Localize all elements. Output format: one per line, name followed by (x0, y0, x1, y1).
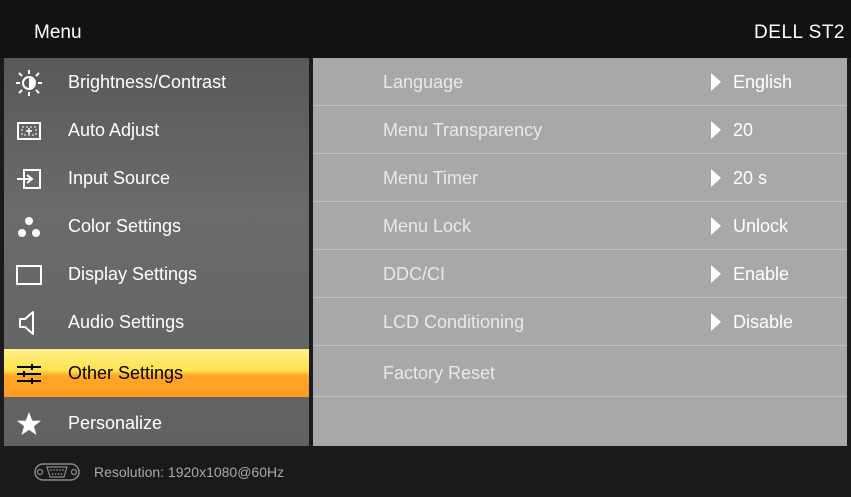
arrow-right-icon (711, 265, 721, 283)
setting-value: Enable (733, 264, 790, 284)
menu-item-auto-adjust[interactable]: Auto Adjust (4, 106, 309, 154)
menu-item-label: Input Source (68, 168, 171, 188)
arrow-right-icon (711, 217, 721, 235)
menu-item-label: Other Settings (68, 363, 184, 383)
menu-item-label: Personalize (68, 413, 163, 433)
setting-label: Menu Timer (383, 168, 479, 188)
setting-row-menu-timer[interactable]: Menu Timer 20 s (313, 154, 847, 202)
menu-title: Menu (34, 22, 82, 43)
settings-panel: Language English Menu Transparency 20 Me… (313, 58, 847, 446)
menu-item-brightness-contrast[interactable]: Brightness/Contrast (4, 58, 309, 106)
model-name: DELL ST2 (754, 22, 845, 43)
setting-row-menu-lock[interactable]: Menu Lock Unlock (313, 202, 847, 250)
menu-item-input-source[interactable]: Input Source (4, 154, 309, 202)
monitor-osd: Menu DELL ST2 Brightness/Contrast Auto A… (0, 0, 851, 497)
setting-value: 20 (733, 120, 754, 140)
status-bar: Resolution: 1920x1080@60Hz (0, 446, 851, 497)
setting-label: Menu Transparency (383, 120, 543, 140)
setting-row-lcd-conditioning[interactable]: LCD Conditioning Disable (313, 298, 847, 346)
setting-label: DDC/CI (383, 264, 445, 284)
audio-settings-icon (19, 311, 34, 335)
display-settings-icon (16, 265, 42, 285)
setting-value: Unlock (733, 216, 789, 236)
menu-item-audio-settings[interactable]: Audio Settings (4, 298, 309, 346)
color-settings-icon (18, 217, 40, 237)
auto-adjust-icon (17, 122, 41, 140)
setting-row-ddc-ci[interactable]: DDC/CI Enable (313, 250, 847, 298)
setting-label: LCD Conditioning (383, 312, 525, 332)
menu-item-label: Display Settings (68, 264, 198, 284)
menu-item-other-settings[interactable]: Other Settings (4, 349, 309, 397)
menu-item-label: Brightness/Contrast (68, 72, 227, 92)
setting-label: Menu Lock (383, 216, 472, 236)
setting-value: Disable (733, 312, 794, 332)
arrow-right-icon (711, 313, 721, 331)
menu-item-label: Audio Settings (68, 312, 185, 332)
menu-item-personalize[interactable]: Personalize (4, 399, 309, 447)
star-icon (17, 412, 41, 435)
setting-row-language[interactable]: Language English (313, 58, 847, 106)
input-source-icon (17, 169, 41, 189)
osd-header: Menu DELL ST2 (0, 0, 851, 58)
menu-item-display-settings[interactable]: Display Settings (4, 250, 309, 298)
main-menu: Brightness/Contrast Auto Adjust Input So… (4, 58, 309, 446)
setting-label: Factory Reset (383, 363, 496, 383)
resolution-text: Resolution: 1920x1080@60Hz (94, 464, 285, 480)
arrow-right-icon (711, 73, 721, 91)
other-settings-icon (17, 364, 41, 384)
menu-item-label: Color Settings (68, 216, 182, 236)
setting-row-factory-reset[interactable]: Factory Reset (313, 349, 847, 397)
vga-connector-icon (34, 463, 80, 481)
setting-label: Language (383, 72, 464, 92)
setting-value: 20 s (733, 168, 768, 188)
arrow-right-icon (711, 121, 721, 139)
brightness-icon (16, 70, 42, 96)
menu-item-color-settings[interactable]: Color Settings (4, 202, 309, 250)
arrow-right-icon (711, 169, 721, 187)
setting-value: English (733, 72, 793, 92)
menu-item-label: Auto Adjust (68, 120, 160, 140)
setting-row-menu-transparency[interactable]: Menu Transparency 20 (313, 106, 847, 154)
